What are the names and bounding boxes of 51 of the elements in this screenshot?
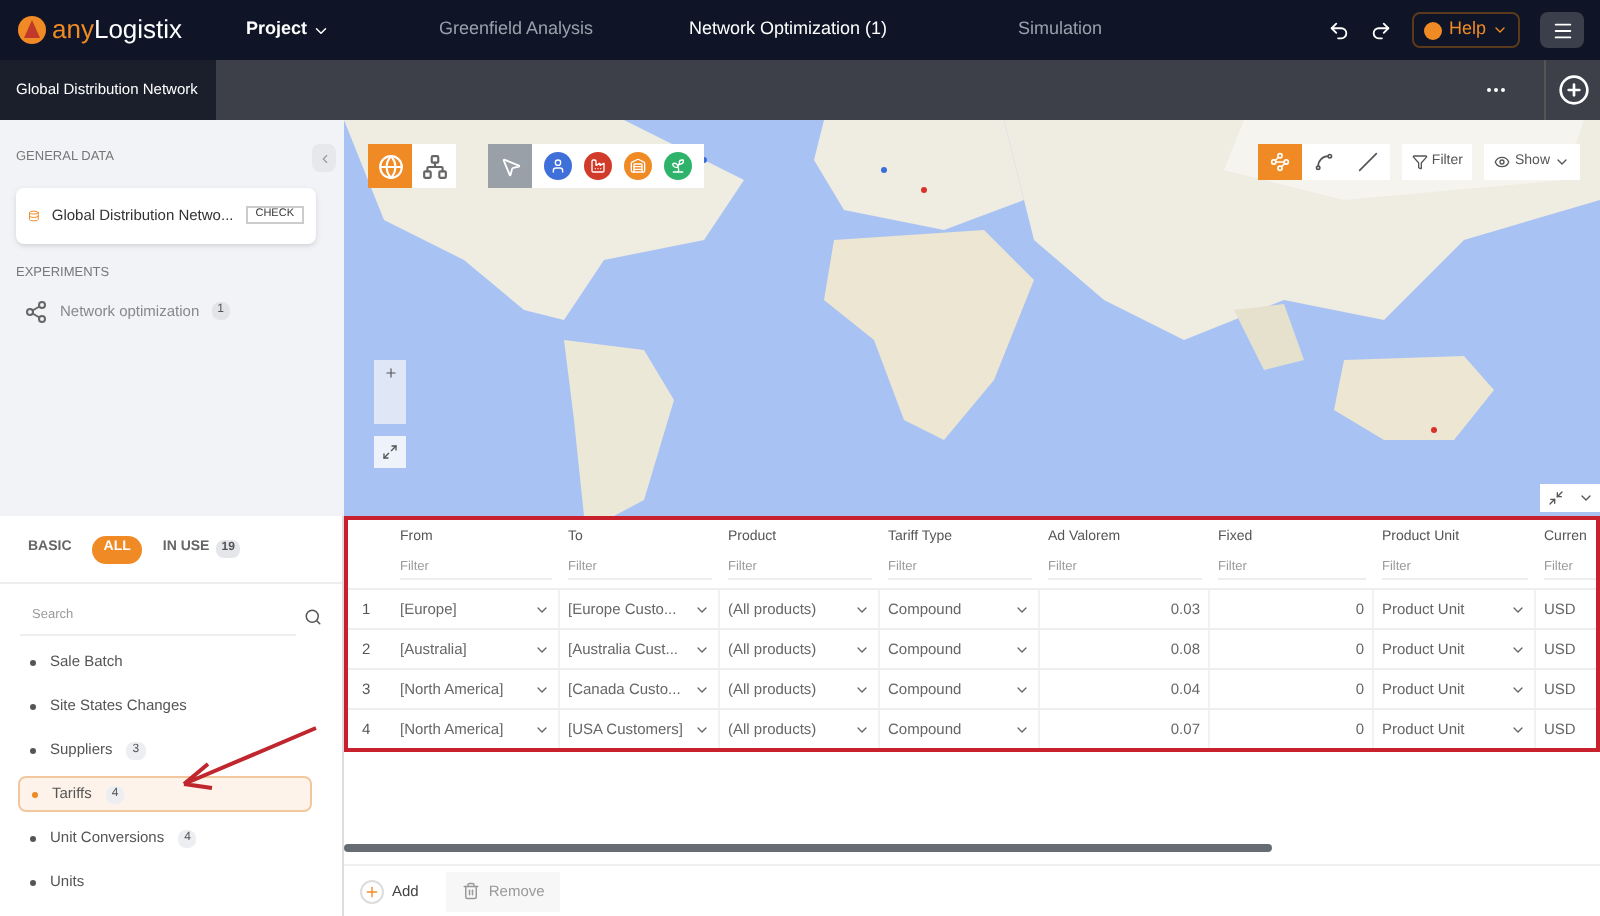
- bullet-icon: [30, 879, 36, 885]
- plus-icon: [383, 366, 397, 380]
- undo-icon[interactable]: [1328, 19, 1351, 41]
- help-button[interactable]: Help: [1412, 12, 1520, 48]
- nav-tab[interactable]: Network Optimization (1): [652, 16, 924, 44]
- warehouse-tool-button[interactable]: [624, 152, 652, 180]
- bullet-icon: [30, 659, 36, 665]
- lines-icon: [1357, 152, 1378, 172]
- caret-icon: [1492, 22, 1508, 38]
- help-icon: [1424, 21, 1443, 39]
- logo-text: anyLogistix: [52, 12, 183, 49]
- factory-icon: [590, 158, 606, 174]
- trash-icon: [462, 882, 481, 900]
- bullet-icon: [32, 791, 38, 797]
- graph-icon: [421, 153, 447, 179]
- supplier-tool-button[interactable]: [664, 152, 692, 180]
- plus-icon: [364, 883, 380, 899]
- cursor-icon: [499, 155, 521, 177]
- filter-icon: [1411, 154, 1428, 170]
- chevron-left-icon: [317, 151, 331, 165]
- bullet-icon: [30, 703, 36, 709]
- redo-icon[interactable]: [1370, 19, 1393, 41]
- scrollbar[interactable]: [344, 844, 1272, 852]
- routes-icon: [1313, 152, 1334, 172]
- graph-view-button[interactable]: [412, 144, 456, 188]
- search-icon[interactable]: [304, 607, 322, 625]
- globe-icon: [377, 153, 403, 179]
- menu-button[interactable]: [1540, 12, 1584, 48]
- caret-icon: [1578, 490, 1594, 506]
- nav-tab[interactable]: Simulation: [924, 16, 1196, 44]
- warehouse-icon: [630, 158, 646, 174]
- fit-view-button[interactable]: [374, 436, 406, 468]
- bullet-icon: [30, 747, 36, 753]
- nav-tab[interactable]: Greenfield Analysis: [380, 16, 652, 44]
- menu-icon: [1551, 19, 1573, 41]
- add-tab-icon[interactable]: [1557, 74, 1589, 106]
- logo-icon: [16, 14, 48, 46]
- supplier-icon: [670, 158, 686, 174]
- shrink-icon: [1548, 490, 1564, 506]
- expand-icon: [382, 444, 398, 460]
- bullet-icon: [30, 835, 36, 841]
- eye-icon: [1494, 154, 1511, 170]
- network-icon: [24, 299, 48, 323]
- points-icon: [1269, 152, 1290, 172]
- cursor-tool-button[interactable]: [488, 144, 532, 188]
- customer-tool-button[interactable]: [544, 152, 572, 180]
- factory-tool-button[interactable]: [584, 152, 612, 180]
- caret-icon: [1554, 154, 1570, 170]
- globe-view-button[interactable]: [368, 144, 412, 188]
- project-menu[interactable]: Project: [220, 16, 380, 44]
- customer-icon: [550, 158, 566, 174]
